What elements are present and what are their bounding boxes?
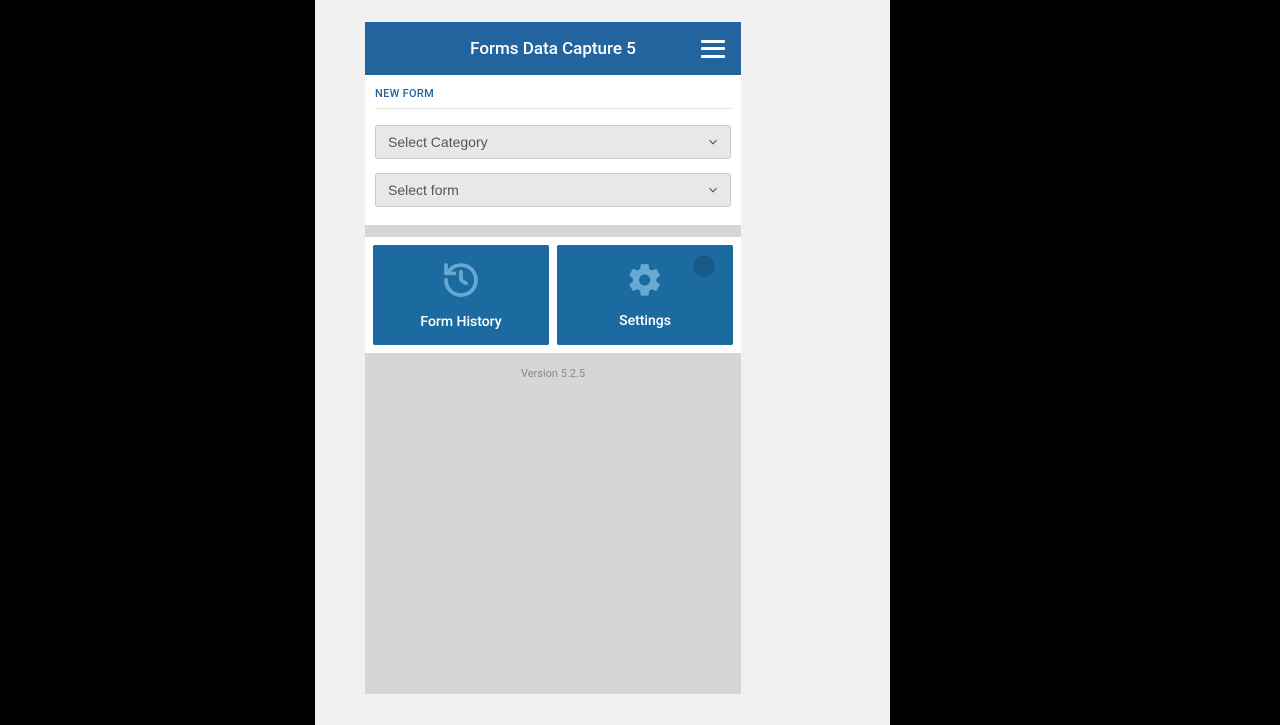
empty-space bbox=[365, 394, 741, 694]
history-icon bbox=[441, 260, 481, 304]
form-history-button[interactable]: Form History bbox=[373, 245, 549, 345]
notification-badge bbox=[693, 255, 715, 277]
category-select[interactable]: Select Category bbox=[375, 125, 731, 159]
app-backdrop: Forms Data Capture 5 NEW FORM Select Cat… bbox=[315, 0, 890, 725]
gear-icon bbox=[626, 261, 664, 303]
app-header: Forms Data Capture 5 bbox=[365, 22, 741, 75]
new-form-panel: NEW FORM Select Category Select form bbox=[365, 75, 741, 225]
app-container: Forms Data Capture 5 NEW FORM Select Cat… bbox=[365, 22, 741, 694]
form-history-label: Form History bbox=[420, 314, 501, 330]
settings-label: Settings bbox=[619, 313, 671, 329]
version-label: Version 5.2.5 bbox=[365, 353, 741, 394]
new-form-label: NEW FORM bbox=[375, 87, 731, 109]
form-select[interactable]: Select form bbox=[375, 173, 731, 207]
settings-button[interactable]: Settings bbox=[557, 245, 733, 345]
tiles-panel: Form History Settings bbox=[365, 237, 741, 353]
app-title: Forms Data Capture 5 bbox=[470, 39, 636, 59]
menu-icon[interactable] bbox=[701, 40, 725, 58]
